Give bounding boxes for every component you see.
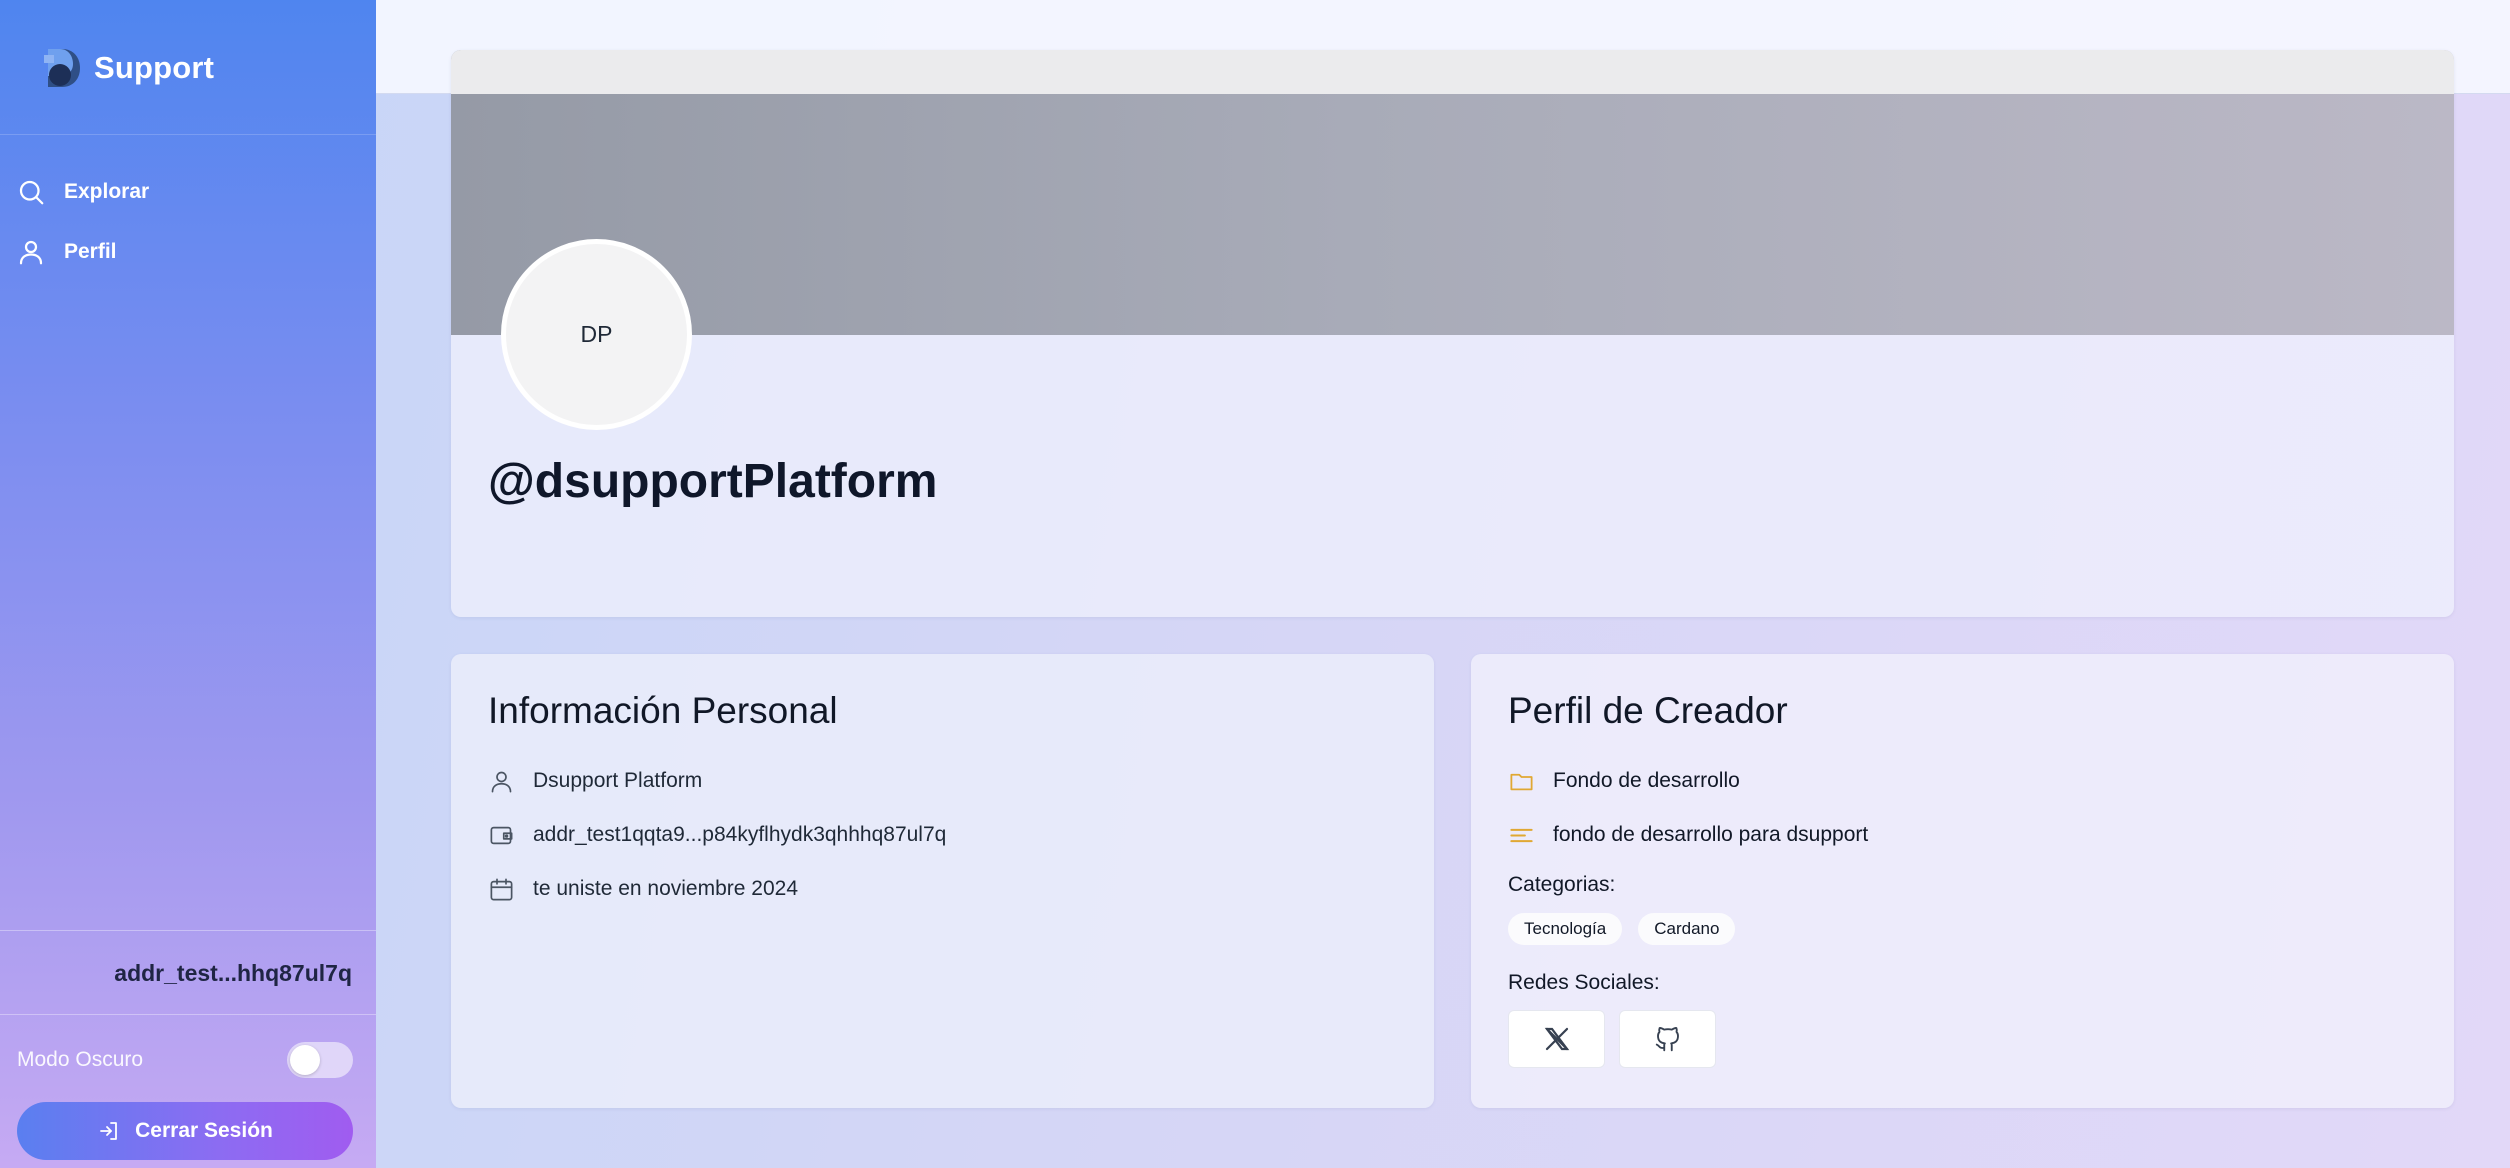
info-row-name: Dsupport Platform bbox=[488, 764, 702, 798]
cover-image bbox=[451, 50, 2454, 335]
sidebar-divider bbox=[0, 1014, 376, 1015]
category-chip: Cardano bbox=[1638, 913, 1736, 945]
logout-button[interactable]: Cerrar Sesión bbox=[17, 1102, 353, 1160]
dark-mode-row: Modo Oscuro bbox=[17, 1040, 353, 1080]
wallet-address: addr_test...hhq87ul7q bbox=[114, 960, 352, 986]
joined-date: te uniste en noviembre 2024 bbox=[533, 877, 799, 900]
folder-icon bbox=[1510, 773, 1533, 790]
brand-name: Support bbox=[94, 50, 215, 85]
card-title: Perfil de Creador bbox=[1508, 690, 1788, 731]
creator-project-row: Fondo de desarrollo bbox=[1508, 764, 1740, 798]
project-description: fondo de desarrollo para dsupport bbox=[1553, 823, 1869, 846]
sidebar-item-explorar[interactable]: Explorar bbox=[16, 170, 356, 214]
sidebar-item-perfil[interactable]: Perfil bbox=[16, 230, 356, 274]
dark-mode-label: Modo Oscuro bbox=[17, 1048, 144, 1071]
logout-icon bbox=[100, 1122, 118, 1140]
calendar-icon bbox=[490, 878, 513, 900]
social-links bbox=[1508, 1010, 1716, 1068]
info-row-wallet: addr_test1qqta9...p84kyflhydk3qhhhq87ul7… bbox=[488, 818, 946, 852]
sidebar-item-label: Perfil bbox=[64, 240, 117, 263]
wallet-icon bbox=[490, 826, 513, 844]
card-title: Información Personal bbox=[488, 690, 838, 731]
profile-username: @dsupportPlatform bbox=[488, 455, 938, 508]
wallet-address-full: addr_test1qqta9...p84kyflhydk3qhhhq87ul7… bbox=[533, 823, 947, 846]
sidebar: Support Explorar Perfil addr_test...hhq8… bbox=[0, 0, 376, 1168]
user-icon bbox=[19, 240, 43, 265]
categories-label: Categorias: bbox=[1508, 873, 1616, 896]
category-chip: Tecnología bbox=[1508, 913, 1623, 945]
creator-profile-card: Perfil de Creador Fondo de desarrollo fo… bbox=[1471, 654, 2454, 1108]
info-row-joined: te uniste en noviembre 2024 bbox=[488, 872, 798, 906]
category-chips: Tecnología Cardano bbox=[1508, 913, 1736, 945]
user-icon bbox=[491, 771, 512, 792]
cover-header-strip bbox=[451, 50, 2454, 94]
creator-description-row: fondo de desarrollo para dsupport bbox=[1508, 818, 1868, 852]
project-name: Fondo de desarrollo bbox=[1553, 769, 1740, 792]
logout-label: Cerrar Sesión bbox=[135, 1119, 273, 1142]
avatar: DP bbox=[501, 239, 692, 430]
personal-info-card: Información Personal Dsupport Platform a… bbox=[451, 654, 1434, 1108]
avatar-initials: DP bbox=[580, 321, 613, 347]
social-label: Redes Sociales: bbox=[1508, 971, 1660, 994]
x-link-button[interactable] bbox=[1508, 1010, 1605, 1068]
dark-mode-toggle[interactable] bbox=[287, 1042, 353, 1078]
brand-logo-icon bbox=[44, 49, 80, 87]
brand[interactable]: Support bbox=[40, 44, 214, 92]
sidebar-divider bbox=[0, 134, 376, 135]
sidebar-divider bbox=[0, 930, 376, 931]
github-link-button[interactable] bbox=[1619, 1010, 1716, 1068]
search-icon bbox=[19, 180, 44, 205]
sidebar-item-label: Explorar bbox=[64, 180, 150, 203]
display-name: Dsupport Platform bbox=[533, 769, 703, 792]
x-icon bbox=[1544, 1027, 1569, 1051]
github-icon bbox=[1655, 1027, 1679, 1052]
text-align-icon bbox=[1510, 828, 1533, 842]
toggle-knob bbox=[290, 1045, 320, 1075]
profile-card: DP @dsupportPlatform bbox=[451, 50, 2454, 617]
